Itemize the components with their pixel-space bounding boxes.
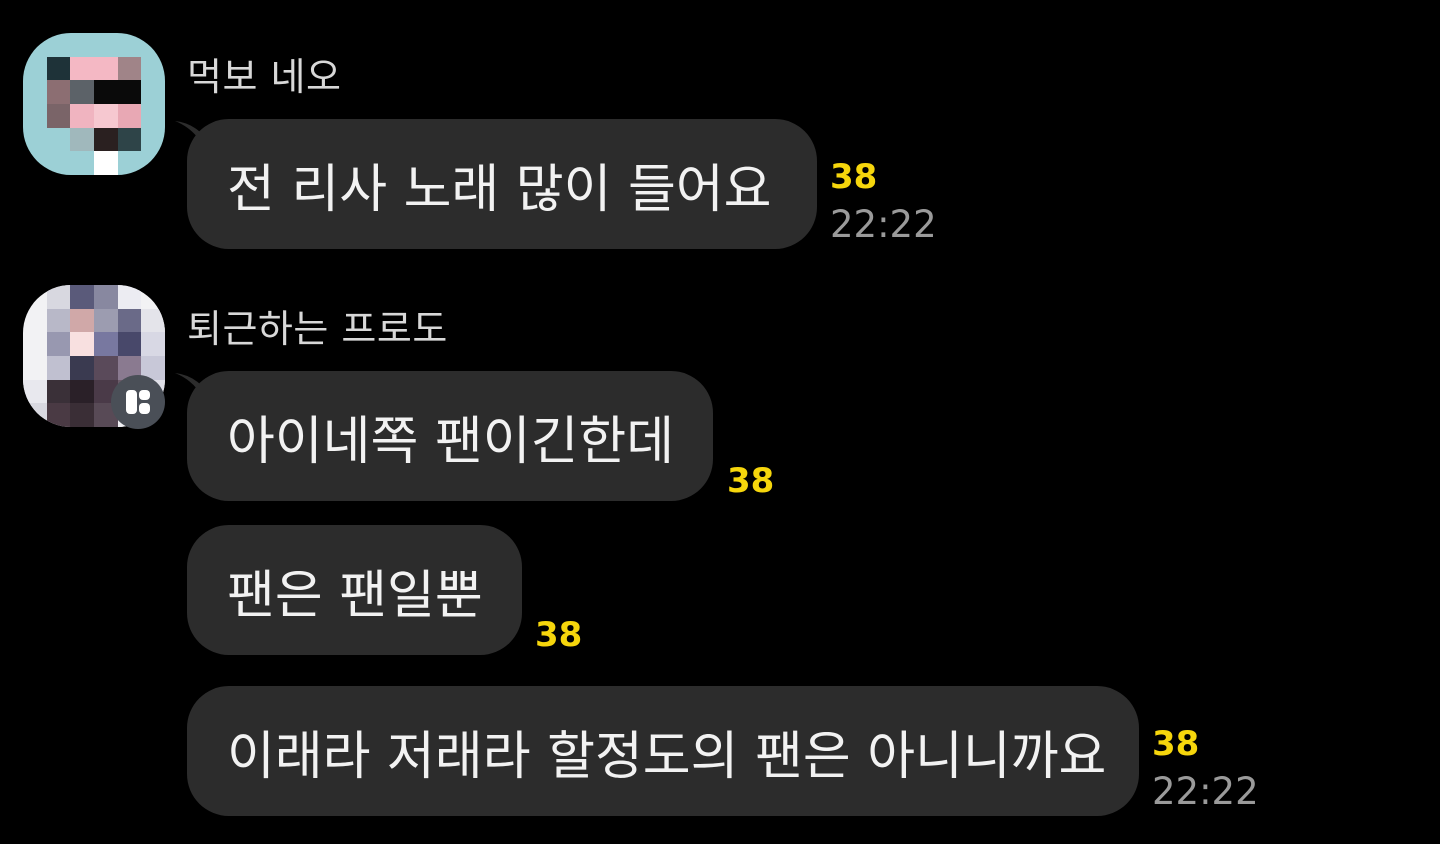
unread-count: 38: [830, 157, 878, 197]
message-meta: 38: [727, 464, 774, 498]
message-meta: 38 22:22: [830, 160, 937, 243]
bubble-tail: [175, 373, 205, 401]
avatar-sender-1[interactable]: [23, 33, 165, 175]
message-bubble[interactable]: 이래라 저래라 할정도의 팬은 아니니까요: [187, 686, 1139, 816]
message-meta: 38 22:22: [1152, 727, 1259, 810]
message-bubble[interactable]: 아이네쪽 팬이긴한데: [175, 371, 713, 501]
message-bubble[interactable]: 전 리사 노래 많이 들어요: [175, 119, 817, 249]
message-text: 이래라 저래라 할정도의 팬은 아니니까요: [227, 726, 1107, 787]
unread-count: 38: [727, 461, 775, 501]
message-text: 팬은 팬일뿐: [227, 565, 483, 626]
message-text: 전 리사 노래 많이 들어요: [227, 159, 772, 220]
sender-name: 먹보 네오: [187, 55, 342, 99]
message-meta: 38: [535, 618, 582, 652]
unread-count: 38: [535, 615, 583, 655]
message-text: 아이네쪽 팬이긴한데: [227, 411, 675, 472]
message-time: 22:22: [1152, 770, 1259, 813]
bubble-tail: [175, 121, 205, 149]
sender-name: 퇴근하는 프로도: [187, 307, 448, 351]
openchat-profile-icon: [111, 375, 165, 429]
message-time: 22:22: [830, 203, 937, 246]
message-bubble[interactable]: 팬은 팬일뿐: [187, 525, 522, 655]
unread-count: 38: [1152, 724, 1200, 764]
